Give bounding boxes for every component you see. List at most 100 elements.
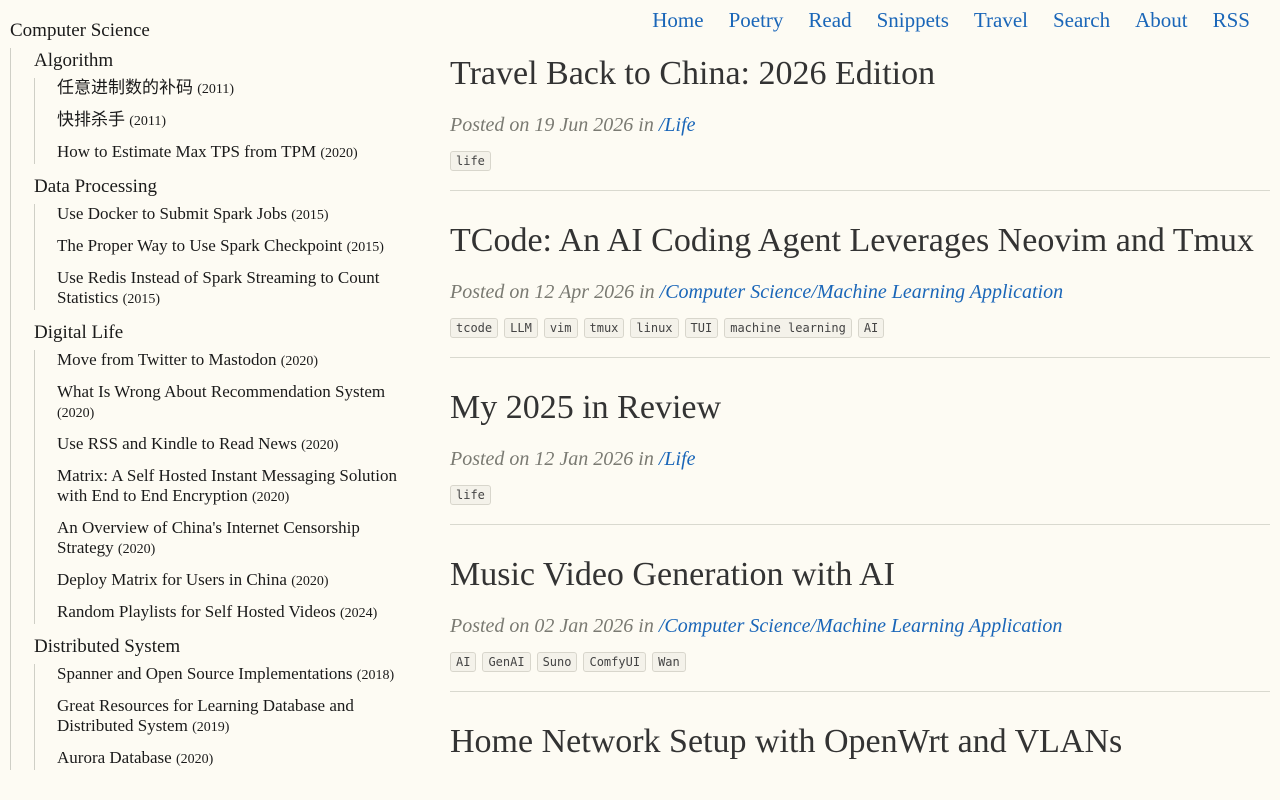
post-title[interactable]: TCode: An AI Coding Agent Leverages Neov… (450, 217, 1270, 265)
tag-life[interactable]: life (450, 485, 491, 505)
post-meta: Posted on 12 Jan 2026 in /Life (450, 448, 1270, 471)
nav-search-link[interactable]: Search (1053, 8, 1110, 33)
sidebar-root-category[interactable]: Computer Science (10, 18, 430, 44)
sidebar-category-distributed-system[interactable]: Distributed System (34, 634, 430, 660)
post-link-title: Use Docker to Submit Spark Jobs (57, 204, 287, 223)
tag-tmux[interactable]: tmux (583, 318, 625, 338)
sidebar-post-link[interactable]: Move from Twitter to Mastodon (2020) (57, 350, 417, 372)
sidebar-post-link[interactable]: What Is Wrong About Recommendation Syste… (57, 382, 417, 424)
sidebar-post-link[interactable]: Use Redis Instead of Spark Streaming to … (57, 268, 417, 310)
post-year: (2015) (346, 240, 384, 255)
sidebar-list-distributed-system: Spanner and Open Source Implementations … (34, 664, 430, 770)
sidebar-category-algorithm[interactable]: Algorithm (34, 48, 430, 74)
post-link-title: Use Redis Instead of Spark Streaming to … (57, 268, 380, 307)
post-category-link[interactable]: /Computer Science/Machine Learning Appli… (659, 615, 1062, 637)
sidebar-sections: Algorithm 任意进制数的补码 (2011) 快排杀手 (2011) Ho… (10, 48, 430, 770)
sidebar-post-link[interactable]: Use Docker to Submit Spark Jobs (2015) (57, 204, 417, 226)
sidebar-category-digital-life[interactable]: Digital Life (34, 320, 430, 346)
post-title[interactable]: Music Video Generation with AI (450, 551, 1270, 599)
sidebar-post-link[interactable]: Great Resources for Learning Database an… (57, 696, 417, 738)
nav-snippets-link[interactable]: Snippets (877, 8, 949, 33)
sidebar-post-link[interactable]: An Overview of China's Internet Censorsh… (57, 518, 417, 560)
tag-llm[interactable]: LLM (504, 318, 538, 338)
sidebar-category-data-processing[interactable]: Data Processing (34, 174, 430, 200)
post-entry: Travel Back to China: 2026 Edition Poste… (450, 50, 1270, 191)
post-title[interactable]: My 2025 in Review (450, 384, 1270, 432)
nav-home-link[interactable]: Home (652, 8, 703, 33)
tag-life[interactable]: life (450, 151, 491, 171)
tag-ai[interactable]: AI (450, 652, 477, 672)
tag-tcode[interactable]: tcode (450, 318, 499, 338)
post-link-title: Move from Twitter to Mastodon (57, 350, 277, 369)
post-link-title: The Proper Way to Use Spark Checkpoint (57, 236, 343, 255)
tag-linux[interactable]: linux (630, 318, 679, 338)
blog-page: Home Poetry Read Snippets Travel Search … (0, 0, 1280, 800)
post-title[interactable]: Home Network Setup with OpenWrt and VLAN… (450, 718, 1270, 766)
tag-wan[interactable]: Wan (652, 652, 686, 672)
post-meta: Posted on 02 Jan 2026 in /Computer Scien… (450, 615, 1270, 638)
post-year: (2020) (117, 542, 156, 557)
post-meta: Posted on 12 Apr 2026 in /Computer Scien… (450, 281, 1270, 304)
post-entry: My 2025 in Review Posted on 12 Jan 2026 … (450, 384, 1270, 525)
sidebar-post-link[interactable]: Deploy Matrix for Users in China (2020) (57, 570, 417, 592)
post-year: (2020) (280, 354, 319, 369)
post-entry: Home Network Setup with OpenWrt and VLAN… (450, 718, 1270, 800)
post-date: Posted on 19 Jun 2026 in (450, 114, 654, 136)
post-link-title: 任意进制数的补码 (57, 78, 193, 97)
post-year: (2020) (320, 146, 358, 161)
post-meta: Posted on 19 Jun 2026 in /Life (450, 114, 1270, 137)
post-year: (2020) (57, 406, 95, 421)
tag-suno[interactable]: Suno (536, 652, 578, 672)
sidebar-list-data-processing: Use Docker to Submit Spark Jobs (2015) T… (34, 204, 430, 310)
sidebar: Computer Science Algorithm 任意进制数的补码 (201… (10, 18, 430, 780)
nav-travel-link[interactable]: Travel (974, 8, 1028, 33)
nav-poetry-link[interactable]: Poetry (729, 8, 784, 33)
post-year: (2020) (291, 574, 329, 589)
nav-rss-link[interactable]: RSS (1213, 8, 1250, 33)
post-year: (2011) (129, 114, 167, 129)
post-date: Posted on 12 Jan 2026 in (450, 448, 654, 470)
sidebar-post-link[interactable]: Random Playlists for Self Hosted Videos … (57, 602, 417, 624)
post-link-title: How to Estimate Max TPS from TPM (57, 142, 317, 161)
post-year: (2020) (301, 438, 339, 453)
sidebar-post-link[interactable]: Matrix: A Self Hosted Instant Messaging … (57, 466, 417, 508)
nav-read-link[interactable]: Read (808, 8, 851, 33)
post-year: (2015) (122, 292, 160, 307)
post-category-link[interactable]: /Computer Science/Machine Learning Appli… (660, 281, 1063, 303)
sidebar-post-link[interactable]: The Proper Way to Use Spark Checkpoint (… (57, 236, 417, 258)
post-list: Travel Back to China: 2026 Edition Poste… (450, 50, 1270, 800)
tag-genai[interactable]: GenAI (482, 652, 531, 672)
sidebar-post-link[interactable]: 快排杀手 (2011) (57, 110, 417, 132)
tag-ai[interactable]: AI (857, 318, 885, 338)
post-link-title: What Is Wrong About Recommendation Syste… (57, 382, 386, 401)
post-tags: life (450, 151, 1270, 171)
post-link-title: An Overview of China's Internet Censorsh… (57, 518, 360, 557)
post-link-title: Matrix: A Self Hosted Instant Messaging … (57, 466, 397, 505)
sidebar-list-digital-life: Move from Twitter to Mastodon (2020) Wha… (34, 350, 430, 624)
sidebar-post-link[interactable]: 任意进制数的补码 (2011) (57, 78, 417, 100)
sidebar-post-link[interactable]: Aurora Database (2020) (57, 748, 417, 770)
tag-vim[interactable]: vim (543, 318, 578, 338)
post-link-title: 快排杀手 (57, 110, 125, 129)
post-link-title: Use RSS and Kindle to Read News (57, 434, 297, 453)
post-link-title: Aurora Database (57, 748, 172, 767)
post-title[interactable]: Travel Back to China: 2026 Edition (450, 50, 1270, 98)
sidebar-post-link[interactable]: How to Estimate Max TPS from TPM (2020) (57, 142, 417, 164)
post-date: Posted on 12 Apr 2026 in (450, 281, 655, 303)
post-year: (2020) (175, 752, 214, 767)
post-category-link[interactable]: /Life (659, 448, 696, 470)
sidebar-post-link[interactable]: Use RSS and Kindle to Read News (2020) (57, 434, 417, 456)
post-link-title: Spanner and Open Source Implementations (57, 664, 353, 683)
post-category-link[interactable]: /Life (659, 114, 696, 136)
post-entry: Music Video Generation with AI Posted on… (450, 551, 1270, 692)
tag-tui[interactable]: TUI (684, 318, 719, 338)
post-tags: AI GenAI Suno ComfyUI Wan (450, 652, 1270, 672)
post-year: (2019) (192, 720, 230, 735)
post-year: (2011) (197, 82, 235, 97)
sidebar-post-link[interactable]: Spanner and Open Source Implementations … (57, 664, 417, 686)
tag-comfyui[interactable]: ComfyUI (583, 652, 647, 672)
post-tags: life (450, 485, 1270, 505)
tag-machine-learning[interactable]: machine learning (724, 318, 852, 338)
top-nav: Home Poetry Read Snippets Travel Search … (652, 8, 1250, 33)
nav-about-link[interactable]: About (1135, 8, 1188, 33)
